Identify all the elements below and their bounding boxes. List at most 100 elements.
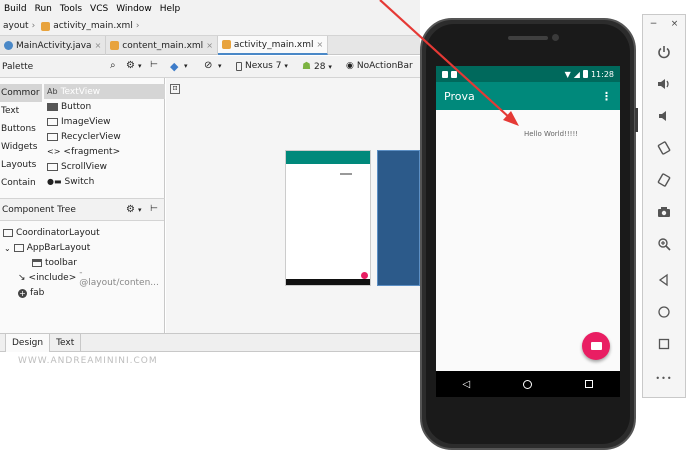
widget-switch[interactable]: ●▬ Switch xyxy=(44,174,165,189)
emulator-screen[interactable]: ▼ ◢ 11:28 Prova ⋮ Hello World!!!!! ◁ xyxy=(436,66,620,397)
app-title: Prova xyxy=(444,89,475,103)
minimize-icon[interactable]: − xyxy=(650,19,658,29)
overview-button[interactable] xyxy=(653,333,675,355)
hide-panel-icon[interactable]: ⊢ xyxy=(150,204,158,214)
design-preview[interactable] xyxy=(285,150,371,286)
chevron-down-icon[interactable]: ▾ xyxy=(138,62,142,70)
menu-run[interactable]: Run xyxy=(31,4,56,14)
category-widgets[interactable]: Widgets xyxy=(0,138,42,156)
navigation-bar: ayout › activity_main.xml › xyxy=(0,17,420,36)
back-button[interactable] xyxy=(653,269,675,291)
tree-node-coordinatorlayout[interactable]: CoordinatorLayout xyxy=(3,226,100,240)
phone-camera xyxy=(552,34,559,41)
close-icon[interactable]: × xyxy=(317,40,324,49)
category-layouts[interactable]: Layouts xyxy=(0,156,42,174)
rotate-left-button[interactable] xyxy=(653,137,675,159)
preview-appbar xyxy=(286,151,370,164)
tab-mainactivity[interactable]: MainActivity.java × xyxy=(0,36,107,55)
toolbar-icon xyxy=(32,259,42,267)
category-common[interactable]: Commor xyxy=(0,84,42,102)
menu-help[interactable]: Help xyxy=(156,4,185,14)
chevron-down-icon[interactable]: ▾ xyxy=(218,62,222,70)
status-right: ▼ ◢ 11:28 xyxy=(565,70,614,79)
layout-file-icon xyxy=(41,21,51,31)
menu-build[interactable]: Build xyxy=(0,4,31,14)
volume-up-button[interactable] xyxy=(653,73,675,95)
blueprint-preview[interactable] xyxy=(377,150,420,286)
tree-node-appbarlayout[interactable]: ⌄ AppBarLayout xyxy=(4,241,90,255)
orientation-icon[interactable]: ⊘ xyxy=(204,60,212,71)
back-icon[interactable]: ◁ xyxy=(463,379,471,390)
gear-icon[interactable]: ⚙ xyxy=(126,204,135,215)
widget-button[interactable]: Button xyxy=(44,99,165,114)
chevron-right-icon: › xyxy=(135,21,140,31)
android-icon: ☗ xyxy=(302,61,311,72)
menu-tools[interactable]: Tools xyxy=(56,4,86,14)
power-button[interactable] xyxy=(653,41,675,63)
volume-down-button[interactable] xyxy=(653,105,675,127)
widget-textview[interactable]: Ab TextView xyxy=(44,84,165,99)
fab-icon: + xyxy=(18,288,27,298)
chevron-down-icon[interactable]: ▾ xyxy=(138,206,142,214)
battery-icon xyxy=(582,70,588,78)
search-icon[interactable]: ⌕ xyxy=(110,60,116,71)
back-icon xyxy=(658,273,668,287)
chevron-right-icon: › xyxy=(31,21,36,31)
tab-activity-main[interactable]: activity_main.xml × xyxy=(217,36,329,55)
home-icon[interactable] xyxy=(523,379,533,389)
close-icon[interactable]: × xyxy=(671,19,679,29)
component-tree-title: Component Tree xyxy=(2,204,76,215)
zoom-in-icon xyxy=(658,238,671,251)
recents-icon[interactable] xyxy=(585,380,594,388)
volume-up-icon xyxy=(658,79,669,89)
palette-header: Palette ⌕ ⚙ ▾ ⊢ xyxy=(0,56,165,78)
palette-categories: Commor Text Buttons Widgets Layouts Cont… xyxy=(0,84,42,192)
category-buttons[interactable]: Buttons xyxy=(0,120,42,138)
widget-imageview[interactable]: ImageView xyxy=(44,114,165,129)
api-selector[interactable]: ☗ 28 ▾ xyxy=(302,61,332,72)
hello-text: Hello World!!!!! xyxy=(524,130,579,138)
phone-speaker xyxy=(508,36,548,40)
tab-text[interactable]: Text xyxy=(50,334,82,352)
screenshot-button[interactable] xyxy=(653,201,675,223)
zoom-fit-icon[interactable]: ⊡ xyxy=(170,84,180,94)
more-button[interactable]: ••• xyxy=(653,367,675,389)
list-icon xyxy=(47,132,58,141)
menu-vcs[interactable]: VCS xyxy=(86,4,112,14)
layers-icon[interactable]: ◆ xyxy=(170,60,178,73)
widget-recyclerview[interactable]: RecyclerView xyxy=(44,129,165,144)
emulator-controls-panel: − × ••• xyxy=(642,14,686,398)
chevron-down-icon[interactable]: ⌄ xyxy=(4,244,11,253)
widget-scrollview[interactable]: ScrollView xyxy=(44,159,165,174)
component-tree-panel: Component Tree ⚙ ▾ ⊢ CoordinatorLayout ⌄… xyxy=(0,198,165,333)
rotate-right-button[interactable] xyxy=(653,169,675,191)
device-selector[interactable]: Nexus 7 ▾ xyxy=(236,61,288,71)
home-button[interactable] xyxy=(653,301,675,323)
theme-selector[interactable]: ◉ NoActionBar xyxy=(346,61,413,71)
tree-node-include[interactable]: ↘ <include> - @layout/conten... xyxy=(18,268,164,288)
tab-content-main[interactable]: content_main.xml × xyxy=(106,36,218,55)
editor-tabs: MainActivity.java × content_main.xml × a… xyxy=(0,36,420,55)
volume-down-icon xyxy=(659,111,666,121)
android-nav-bar: ◁ xyxy=(436,371,620,397)
category-containers[interactable]: Contain xyxy=(0,174,42,192)
fab-button[interactable] xyxy=(582,332,610,360)
tree-node-toolbar[interactable]: toolbar xyxy=(32,256,77,270)
tab-design[interactable]: Design xyxy=(6,334,51,352)
hide-panel-icon[interactable]: ⊢ xyxy=(150,60,158,70)
overflow-menu-icon[interactable]: ⋮ xyxy=(601,90,612,103)
gear-icon[interactable]: ⚙ xyxy=(126,60,135,71)
chevron-down-icon[interactable]: ▾ xyxy=(184,62,188,70)
category-text[interactable]: Text xyxy=(0,102,42,120)
close-icon[interactable]: × xyxy=(206,41,213,50)
close-icon[interactable]: × xyxy=(95,41,102,50)
widget-fragment[interactable]: <> <fragment> xyxy=(44,144,165,159)
tree-node-fab[interactable]: + fab xyxy=(18,286,44,300)
component-tree-header: Component Tree ⚙ ▾ ⊢ xyxy=(0,199,164,221)
menu-window[interactable]: Window xyxy=(112,4,156,14)
sd-card-icon xyxy=(451,70,457,78)
breadcrumb-folder[interactable]: ayout › xyxy=(0,21,38,31)
design-canvas[interactable]: ⊡ xyxy=(166,78,420,333)
zoom-button[interactable] xyxy=(653,233,675,255)
breadcrumb-file[interactable]: activity_main.xml › xyxy=(38,21,142,31)
